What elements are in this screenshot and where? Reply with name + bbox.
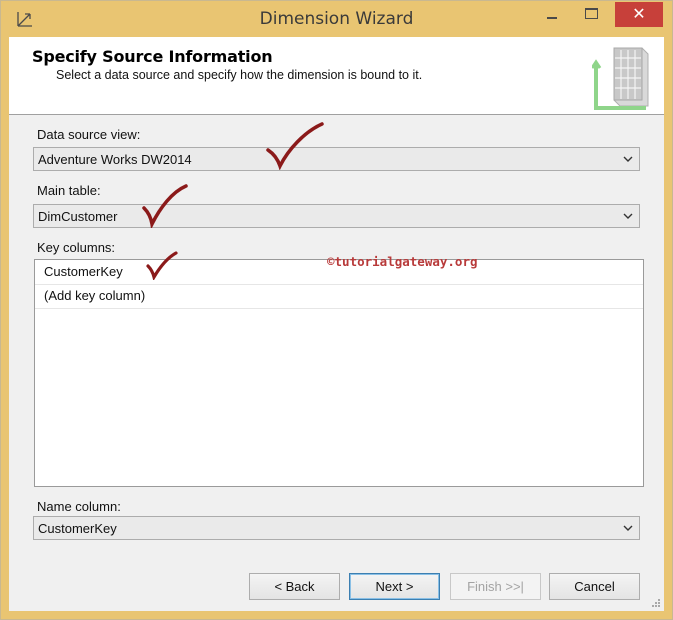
- main-table-value: DimCustomer: [38, 209, 118, 224]
- add-key-column-label: (Add key column): [44, 288, 146, 303]
- data-source-view-select[interactable]: Adventure Works DW2014: [33, 147, 640, 171]
- key-column-name: CustomerKey: [44, 264, 123, 279]
- checkmark-annotation: [142, 184, 188, 228]
- maximize-icon[interactable]: [574, 2, 610, 27]
- back-button[interactable]: < Back: [249, 573, 340, 600]
- checkmark-annotation: [266, 122, 324, 170]
- dimension-wizard-window: Dimension Wizard ✕ Specify Source Inform…: [0, 0, 673, 620]
- minimize-icon[interactable]: [534, 2, 570, 27]
- name-column-select[interactable]: CustomerKey: [33, 516, 640, 540]
- finish-button[interactable]: Finish >>|: [450, 573, 541, 600]
- key-columns-label: Key columns:: [37, 240, 116, 255]
- page-subtitle: Select a data source and specify how the…: [56, 68, 423, 82]
- cancel-button[interactable]: Cancel: [549, 573, 640, 600]
- add-key-column-item[interactable]: (Add key column): [35, 284, 643, 309]
- page-title: Specify Source Information: [32, 47, 273, 66]
- dimension-cube-icon: [592, 47, 649, 110]
- title-bar[interactable]: Dimension Wizard ✕: [1, 1, 672, 37]
- close-button[interactable]: ✕: [615, 2, 663, 27]
- main-table-label: Main table:: [37, 183, 101, 198]
- data-source-view-label: Data source view:: [37, 127, 141, 142]
- data-source-view-value: Adventure Works DW2014: [38, 152, 192, 167]
- main-table-select[interactable]: DimCustomer: [33, 204, 640, 228]
- size-grip-icon[interactable]: [650, 597, 660, 607]
- watermark: ©tutorialgateway.org: [327, 254, 478, 269]
- chevron-down-icon: [623, 213, 633, 219]
- wizard-content: Specify Source Information Select a data…: [9, 37, 664, 611]
- wizard-header: Specify Source Information Select a data…: [9, 37, 664, 115]
- name-column-label: Name column:: [37, 499, 121, 514]
- window-title: Dimension Wizard: [259, 9, 414, 29]
- chevron-down-icon: [623, 525, 633, 531]
- chevron-down-icon: [623, 156, 633, 162]
- name-column-value: CustomerKey: [38, 521, 117, 536]
- key-columns-list[interactable]: CustomerKey (Add key column): [34, 259, 644, 487]
- checkmark-annotation: [146, 251, 178, 280]
- close-icon: ✕: [632, 4, 646, 23]
- next-button[interactable]: Next >: [349, 573, 440, 600]
